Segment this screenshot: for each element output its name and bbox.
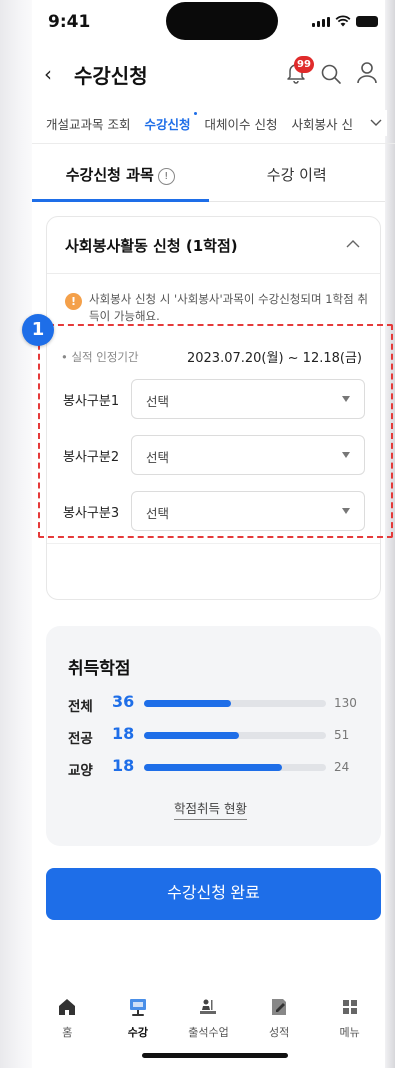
signal-icon bbox=[312, 17, 330, 27]
warning-icon: ! bbox=[65, 293, 82, 310]
select-value: 선택 bbox=[146, 450, 170, 465]
credit-progress-fill bbox=[144, 700, 232, 707]
credit-row-liberal-arts: 교양 18 24 bbox=[68, 756, 368, 779]
card-divider bbox=[47, 273, 380, 274]
app-header: ‹ 수강신청 99 bbox=[0, 56, 395, 94]
credit-row-major: 전공 18 51 bbox=[68, 724, 368, 747]
credit-progress-fill bbox=[144, 732, 239, 739]
status-bar: 9:41 bbox=[0, 0, 395, 50]
search-icon[interactable] bbox=[320, 63, 342, 85]
credit-value: 18 bbox=[112, 724, 135, 743]
credit-progress-fill bbox=[144, 764, 283, 771]
nav-label: 홈 bbox=[62, 1026, 73, 1039]
tab-registered-courses-label: 수강신청 과목 bbox=[65, 166, 154, 184]
credit-status-link[interactable]: 학점취득 현황 bbox=[174, 798, 247, 820]
credit-label: 전공 bbox=[68, 731, 93, 747]
credit-value: 18 bbox=[112, 756, 135, 775]
wifi-icon bbox=[335, 15, 351, 27]
menu-tab-registration[interactable]: 수강신청 bbox=[144, 112, 197, 133]
nav-item-grades[interactable]: 성적 bbox=[244, 996, 315, 1056]
dropdown-arrow-icon bbox=[342, 396, 350, 402]
nav-label: 성적 bbox=[268, 1026, 290, 1039]
credit-progress-bar bbox=[144, 700, 326, 707]
service-type-label: 봉사구분1 bbox=[63, 394, 120, 409]
nav-item-attendance[interactable]: 출석수업 bbox=[173, 996, 244, 1056]
menu-tab-social-service[interactable]: 사회봉사 신 bbox=[291, 114, 352, 133]
credit-progress-bar bbox=[144, 732, 326, 739]
home-indicator bbox=[142, 1053, 288, 1058]
credit-label: 전체 bbox=[68, 699, 93, 715]
info-icon[interactable]: ! bbox=[157, 168, 175, 185]
credit-total: 24 bbox=[334, 760, 350, 774]
credits-card: 취득학점 전체 36 130 전공 18 51 교양 18 24 학점취득 현황 bbox=[46, 626, 381, 846]
tab-course-history[interactable]: 수강 이력 bbox=[209, 152, 386, 201]
nav-item-menu[interactable]: 메뉴 bbox=[314, 996, 385, 1056]
bottom-nav: 홈 수강 출석수업 성적 메뉴 bbox=[32, 996, 385, 1056]
notice-text: 사회봉사 신청 시 '사회봉사'과목이 수강신청되며 1학점 취득이 가능해요. bbox=[89, 292, 368, 323]
nav-label: 출석수업 bbox=[188, 1026, 229, 1039]
menu-grid-icon bbox=[342, 1000, 357, 1014]
grades-icon bbox=[272, 999, 287, 1015]
nav-label: 수강 bbox=[127, 1026, 149, 1039]
chevron-down-icon[interactable] bbox=[365, 110, 387, 136]
dropdown-arrow-icon bbox=[342, 508, 350, 514]
chevron-left-icon[interactable]: ‹ bbox=[44, 62, 52, 86]
step-marker: 1 bbox=[22, 314, 54, 346]
nav-item-home[interactable]: 홈 bbox=[32, 996, 103, 1056]
credit-progress-bar bbox=[144, 764, 326, 771]
card-empty-area bbox=[47, 543, 380, 587]
credit-label: 교양 bbox=[68, 763, 93, 779]
course-icon bbox=[129, 999, 146, 1016]
tab-course-history-label: 수강 이력 bbox=[266, 166, 327, 184]
page-title: 수강신청 bbox=[74, 64, 148, 88]
menu-tabs: 개설교과목 조회 수강신청 대체이수 신청 사회봉사 신 bbox=[32, 104, 395, 144]
dynamic-island bbox=[166, 2, 278, 40]
device-frame-left bbox=[0, 0, 32, 1068]
service-type-select-2[interactable]: 선택 bbox=[131, 435, 365, 475]
credit-total: 130 bbox=[334, 696, 357, 710]
credit-row-total: 전체 36 130 bbox=[68, 692, 368, 715]
notification-badge: 99 bbox=[294, 56, 314, 73]
status-time: 9:41 bbox=[48, 12, 91, 32]
credit-value: 36 bbox=[112, 692, 135, 711]
dropdown-arrow-icon bbox=[342, 452, 350, 458]
menu-tab-course-search[interactable]: 개설교과목 조회 bbox=[46, 114, 130, 133]
select-value: 선택 bbox=[146, 506, 170, 521]
chevron-up-icon[interactable] bbox=[346, 239, 360, 249]
period-value: 2023.07.20(월) ~ 12.18(금) bbox=[186, 351, 362, 366]
service-type-label: 봉사구분3 bbox=[63, 506, 120, 521]
service-type-row-1: 봉사구분1 선택 bbox=[61, 379, 366, 419]
submit-registration-button[interactable]: 수강신청 완료 bbox=[46, 868, 381, 920]
service-type-label: 봉사구분2 bbox=[63, 450, 120, 465]
status-icons bbox=[312, 15, 378, 27]
tab-registered-courses[interactable]: 수강신청 과목! bbox=[32, 152, 209, 202]
service-type-select-3[interactable]: 선택 bbox=[131, 491, 365, 531]
user-icon[interactable] bbox=[356, 61, 378, 85]
section-tabs: 수강신청 과목! 수강 이력 bbox=[32, 152, 385, 202]
service-type-row-2: 봉사구분2 선택 bbox=[61, 435, 366, 475]
service-type-select-1[interactable]: 선택 bbox=[131, 379, 365, 419]
device-frame-right bbox=[385, 0, 395, 1068]
home-icon bbox=[59, 999, 76, 1015]
select-value: 선택 bbox=[146, 394, 170, 409]
service-type-row-3: 봉사구분3 선택 bbox=[61, 491, 366, 531]
nav-label: 메뉴 bbox=[339, 1026, 360, 1039]
card-title: 사회봉사활동 신청 (1학점) bbox=[65, 237, 238, 255]
period-label: • 실적 인정기간 bbox=[61, 350, 139, 364]
credit-total: 51 bbox=[334, 728, 350, 742]
menu-tab-substitute[interactable]: 대체이수 신청 bbox=[205, 114, 278, 133]
attendance-icon bbox=[200, 999, 217, 1014]
social-service-card: 사회봉사활동 신청 (1학점) ! 사회봉사 신청 시 '사회봉사'과목이 수강… bbox=[46, 216, 381, 600]
credits-title: 취득학점 bbox=[68, 659, 131, 679]
nav-item-course[interactable]: 수강 bbox=[103, 996, 174, 1056]
battery-icon bbox=[356, 16, 378, 27]
